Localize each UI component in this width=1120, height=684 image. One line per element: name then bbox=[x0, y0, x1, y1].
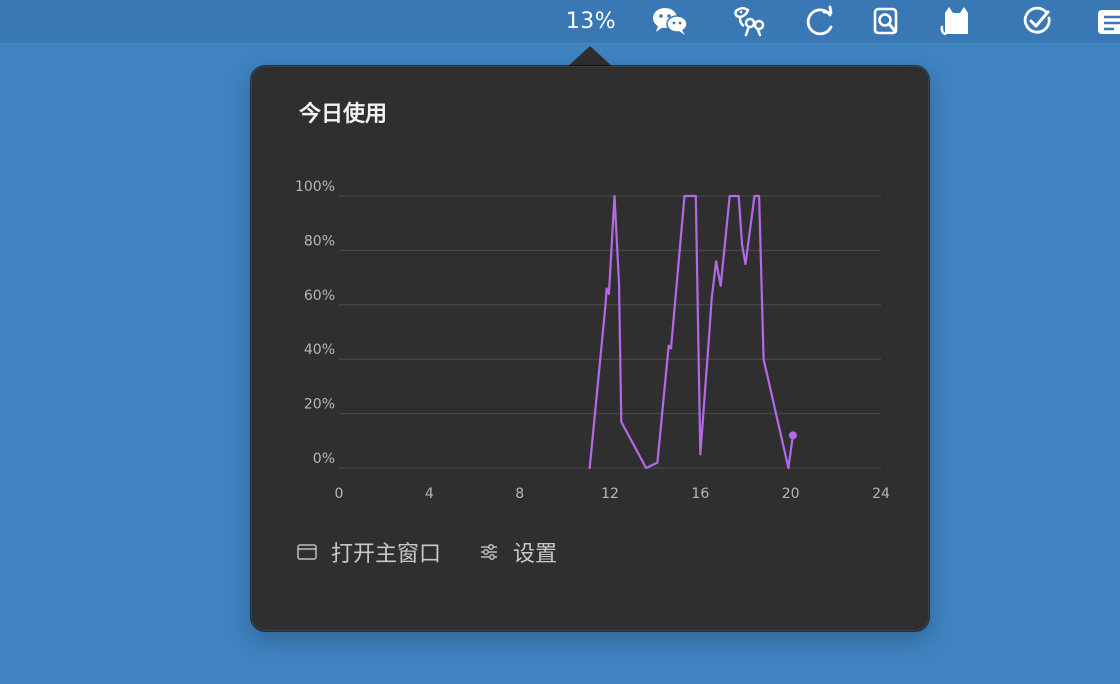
footer-actions: 打开主窗口 设置 bbox=[297, 536, 557, 568]
x-tick-label: 20 bbox=[782, 486, 800, 502]
wechat-icon[interactable] bbox=[648, 0, 692, 42]
notes-icon[interactable] bbox=[1094, 0, 1120, 42]
cpu-usage-readout[interactable]: 13% bbox=[556, 0, 626, 42]
sliders-icon bbox=[479, 542, 499, 562]
x-tick-label: 12 bbox=[601, 486, 619, 502]
menu-bar: 13% bbox=[0, 0, 1120, 42]
x-tick-label: 16 bbox=[691, 486, 709, 502]
popover-arrow bbox=[566, 46, 614, 68]
y-tick-label: 0% bbox=[313, 451, 335, 467]
open-main-window-button[interactable]: 打开主窗口 bbox=[297, 536, 441, 568]
open-main-window-label: 打开主窗口 bbox=[331, 542, 442, 567]
y-tick-label: 40% bbox=[304, 342, 335, 358]
usage-popover: 今日使用 100% 80% 60% 40% 20% 0% 0 4 8 12 16 20 24 打开主窗口 bbox=[251, 66, 929, 631]
y-tick-label: 100% bbox=[295, 179, 335, 195]
x-tick-label: 4 bbox=[425, 486, 434, 502]
y-tick-label: 80% bbox=[304, 233, 335, 249]
current-usage-point bbox=[788, 431, 797, 440]
magnifier-icon[interactable] bbox=[864, 0, 908, 42]
usage-series-line bbox=[588, 194, 795, 470]
settings-button[interactable]: 设置 bbox=[479, 536, 557, 568]
checkmark-icon[interactable] bbox=[1016, 0, 1060, 42]
x-tick-label: 0 bbox=[335, 486, 344, 502]
sync-icon[interactable] bbox=[798, 0, 842, 42]
usage-chart: 100% 80% 60% 40% 20% 0% 0 4 8 12 16 20 24 bbox=[295, 179, 890, 502]
y-tick-label: 20% bbox=[304, 397, 335, 413]
x-tick-label: 24 bbox=[872, 486, 890, 502]
x-tick-label: 8 bbox=[515, 486, 524, 502]
chatbot-icon[interactable] bbox=[726, 0, 770, 42]
cat-icon[interactable] bbox=[934, 0, 978, 42]
y-tick-label: 60% bbox=[304, 288, 335, 304]
window-icon bbox=[297, 542, 317, 562]
settings-label: 设置 bbox=[513, 542, 558, 567]
